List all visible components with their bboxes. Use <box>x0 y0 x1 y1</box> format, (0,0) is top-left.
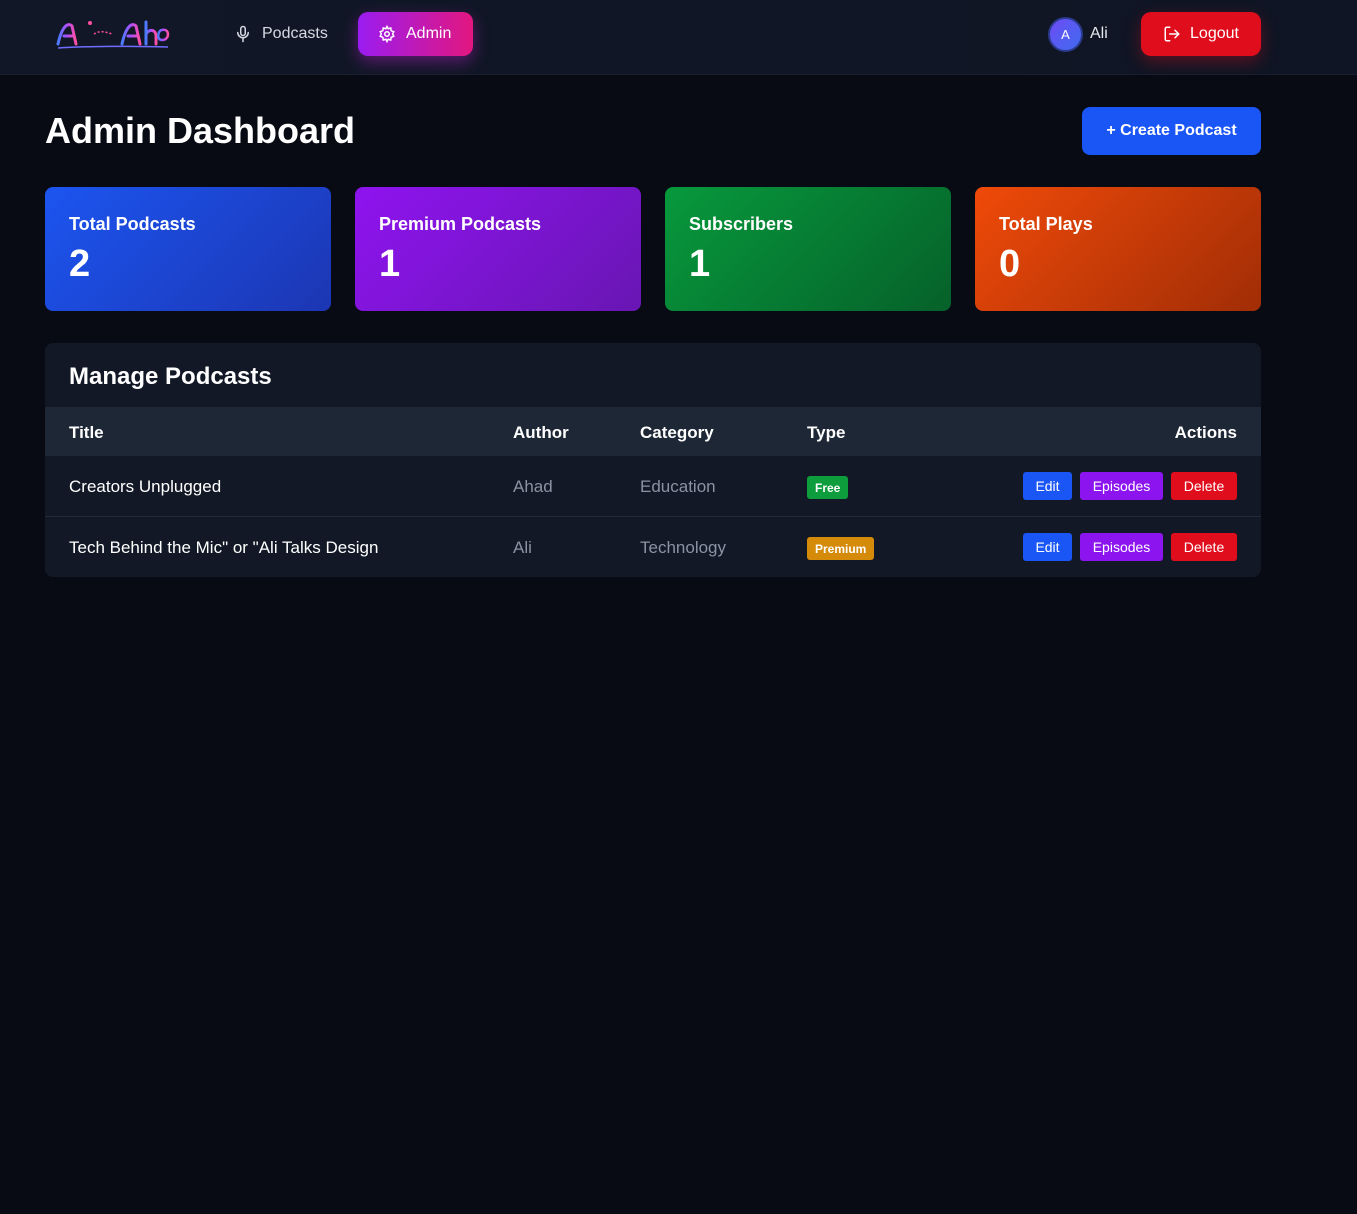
create-podcast-button[interactable]: + Create Podcast <box>1082 107 1261 155</box>
top-navbar: Podcasts Admin A Ali Logout <box>0 0 1357 75</box>
header-actions: Actions <box>1174 423 1237 442</box>
type-badge: Free <box>807 476 849 499</box>
podcast-title: Tech Behind the Mic" or "Ali Talks Desig… <box>69 538 379 557</box>
header-author: Author <box>513 423 569 442</box>
podcast-author: Ali <box>513 538 532 557</box>
stat-card-subscribers: Subscribers 1 <box>665 187 951 311</box>
type-badge: Premium <box>807 537 875 560</box>
gear-icon <box>379 25 395 43</box>
logo-icon <box>56 20 170 49</box>
nav-admin-link[interactable]: Admin <box>358 12 473 56</box>
table-row: Tech Behind the Mic" or "Ali Talks Desig… <box>45 517 1261 577</box>
podcast-author: Ahad <box>513 477 553 496</box>
stat-value: 2 <box>69 243 91 285</box>
logout-button[interactable]: Logout <box>1141 12 1261 56</box>
manage-podcasts-panel: Manage Podcasts Title Author Category Ty… <box>45 343 1261 577</box>
nav-podcasts-link[interactable]: Podcasts <box>214 12 348 56</box>
stat-label: Premium Podcasts <box>379 214 542 234</box>
stat-label: Total Podcasts <box>69 214 196 234</box>
user-name: Ali <box>1090 25 1108 42</box>
table-header: Title Author Category Type Actions <box>45 407 1261 456</box>
logout-label: Logout <box>1190 25 1239 42</box>
edit-button[interactable]: Edit <box>1023 472 1072 500</box>
header-title: Title <box>69 423 104 442</box>
stat-card-total-plays: Total Plays 0 <box>975 187 1261 311</box>
avatar[interactable]: A <box>1048 17 1083 52</box>
edit-button[interactable]: Edit <box>1023 533 1072 561</box>
stat-card-premium-podcasts: Premium Podcasts 1 <box>355 187 641 311</box>
podcast-category: Technology <box>640 538 727 557</box>
stat-card-total-podcasts: Total Podcasts 2 <box>45 187 331 311</box>
episodes-button[interactable]: Episodes <box>1080 533 1163 561</box>
stat-value: 1 <box>379 243 401 285</box>
logout-icon <box>1164 26 1180 42</box>
stat-label: Total Plays <box>999 214 1093 234</box>
podcast-title: Creators Unplugged <box>69 477 222 496</box>
podcast-category: Education <box>640 477 716 496</box>
delete-button[interactable]: Delete <box>1171 533 1237 561</box>
nav-admin-label: Admin <box>406 25 452 42</box>
nav-podcasts-label: Podcasts <box>262 25 328 42</box>
stat-label: Subscribers <box>689 214 794 234</box>
page-title: Admin Dashboard <box>45 110 356 151</box>
header-category: Category <box>640 423 714 442</box>
panel-title: Manage Podcasts <box>69 363 272 390</box>
stat-value: 0 <box>999 243 1021 285</box>
stat-value: 1 <box>689 243 711 285</box>
microphone-icon <box>237 25 249 43</box>
episodes-button[interactable]: Episodes <box>1080 472 1163 500</box>
table-row: Creators Unplugged Ahad Education Free E… <box>45 456 1261 517</box>
delete-button[interactable]: Delete <box>1171 472 1237 500</box>
avatar-initial: A <box>1061 27 1070 42</box>
logo[interactable] <box>56 16 170 52</box>
header-type: Type <box>807 423 846 442</box>
